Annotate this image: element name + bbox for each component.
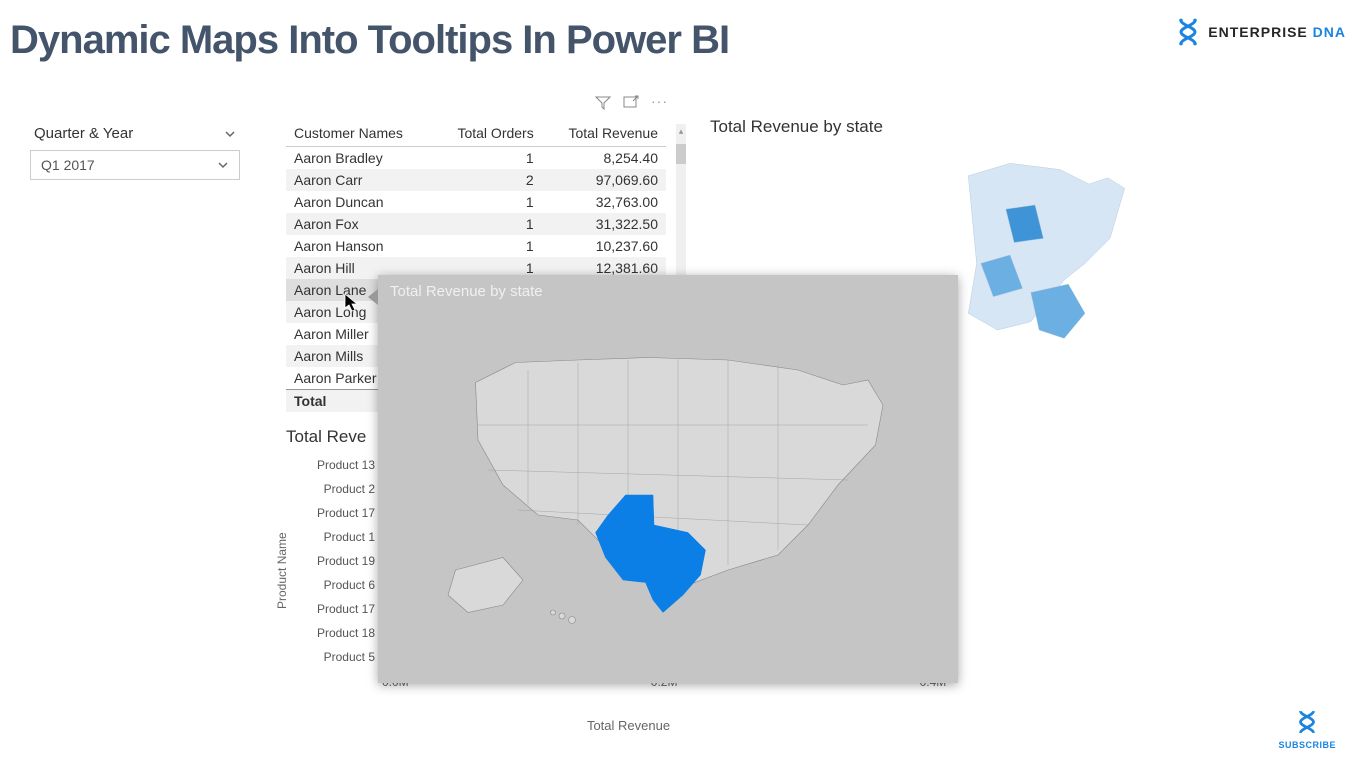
table-row[interactable]: Aaron Duncan132,763.00	[286, 191, 666, 213]
product-label: Product 17	[311, 602, 381, 616]
main-usa-map[interactable]	[960, 150, 1360, 410]
scroll-up-arrow[interactable]: ▴	[676, 124, 686, 138]
chevron-down-icon[interactable]	[224, 128, 236, 140]
y-axis-label: Product Name	[275, 532, 289, 609]
tooltip-title: Total Revenue by state	[378, 275, 958, 308]
filter-icon[interactable]	[595, 95, 611, 111]
col-customer-names[interactable]: Customer Names	[286, 120, 433, 147]
chevron-down-icon[interactable]	[217, 159, 229, 171]
product-label: Product 6	[311, 578, 381, 592]
more-options-icon[interactable]: ···	[651, 93, 668, 109]
col-total-revenue[interactable]: Total Revenue	[542, 120, 666, 147]
product-label: Product 17	[311, 506, 381, 520]
scroll-thumb[interactable]	[676, 144, 686, 164]
map-tooltip: Total Revenue by state	[378, 275, 958, 683]
report-header: Dynamic Maps Into Tooltips In Power BI E…	[0, 18, 1366, 63]
dna-icon	[1294, 709, 1320, 735]
logo-text: ENTERPRISE DNA	[1208, 24, 1346, 40]
focus-mode-icon[interactable]	[623, 95, 639, 111]
table-row[interactable]: Aaron Hanson110,237.60	[286, 235, 666, 257]
mouse-cursor	[344, 293, 360, 313]
table-row[interactable]: Aaron Bradley18,254.40	[286, 147, 666, 170]
col-total-orders[interactable]: Total Orders	[433, 120, 542, 147]
product-label: Product 19	[311, 554, 381, 568]
table-row[interactable]: Aaron Carr297,069.60	[286, 169, 666, 191]
subscribe-badge[interactable]: SUBSCRIBE	[1278, 709, 1336, 750]
product-label: Product 5	[311, 650, 381, 664]
product-label: Product 13	[311, 458, 381, 472]
table-header-row: Customer Names Total Orders Total Revenu…	[286, 120, 666, 147]
slicer-dropdown[interactable]: Q1 2017	[30, 150, 240, 180]
product-label: Product 2	[311, 482, 381, 496]
slicer-selected-value: Q1 2017	[41, 157, 95, 173]
table-row[interactable]: Aaron Fox131,322.50	[286, 213, 666, 235]
dna-icon	[1174, 18, 1202, 46]
tooltip-usa-map	[428, 315, 908, 655]
quarter-year-slicer[interactable]: Quarter & Year Q1 2017	[30, 125, 240, 180]
product-label: Product 18	[311, 626, 381, 640]
x-axis-label: Total Revenue	[587, 718, 670, 733]
slicer-label-text: Quarter & Year	[34, 125, 133, 142]
product-label: Product 1	[311, 530, 381, 544]
subscribe-label: SUBSCRIBE	[1278, 740, 1336, 750]
main-map-title: Total Revenue by state	[710, 117, 883, 137]
enterprise-dna-logo: ENTERPRISE DNA	[1174, 18, 1346, 46]
page-title: Dynamic Maps Into Tooltips In Power BI	[0, 18, 1366, 63]
visual-header-icons: ···	[595, 95, 668, 111]
slicer-label: Quarter & Year	[30, 125, 240, 150]
